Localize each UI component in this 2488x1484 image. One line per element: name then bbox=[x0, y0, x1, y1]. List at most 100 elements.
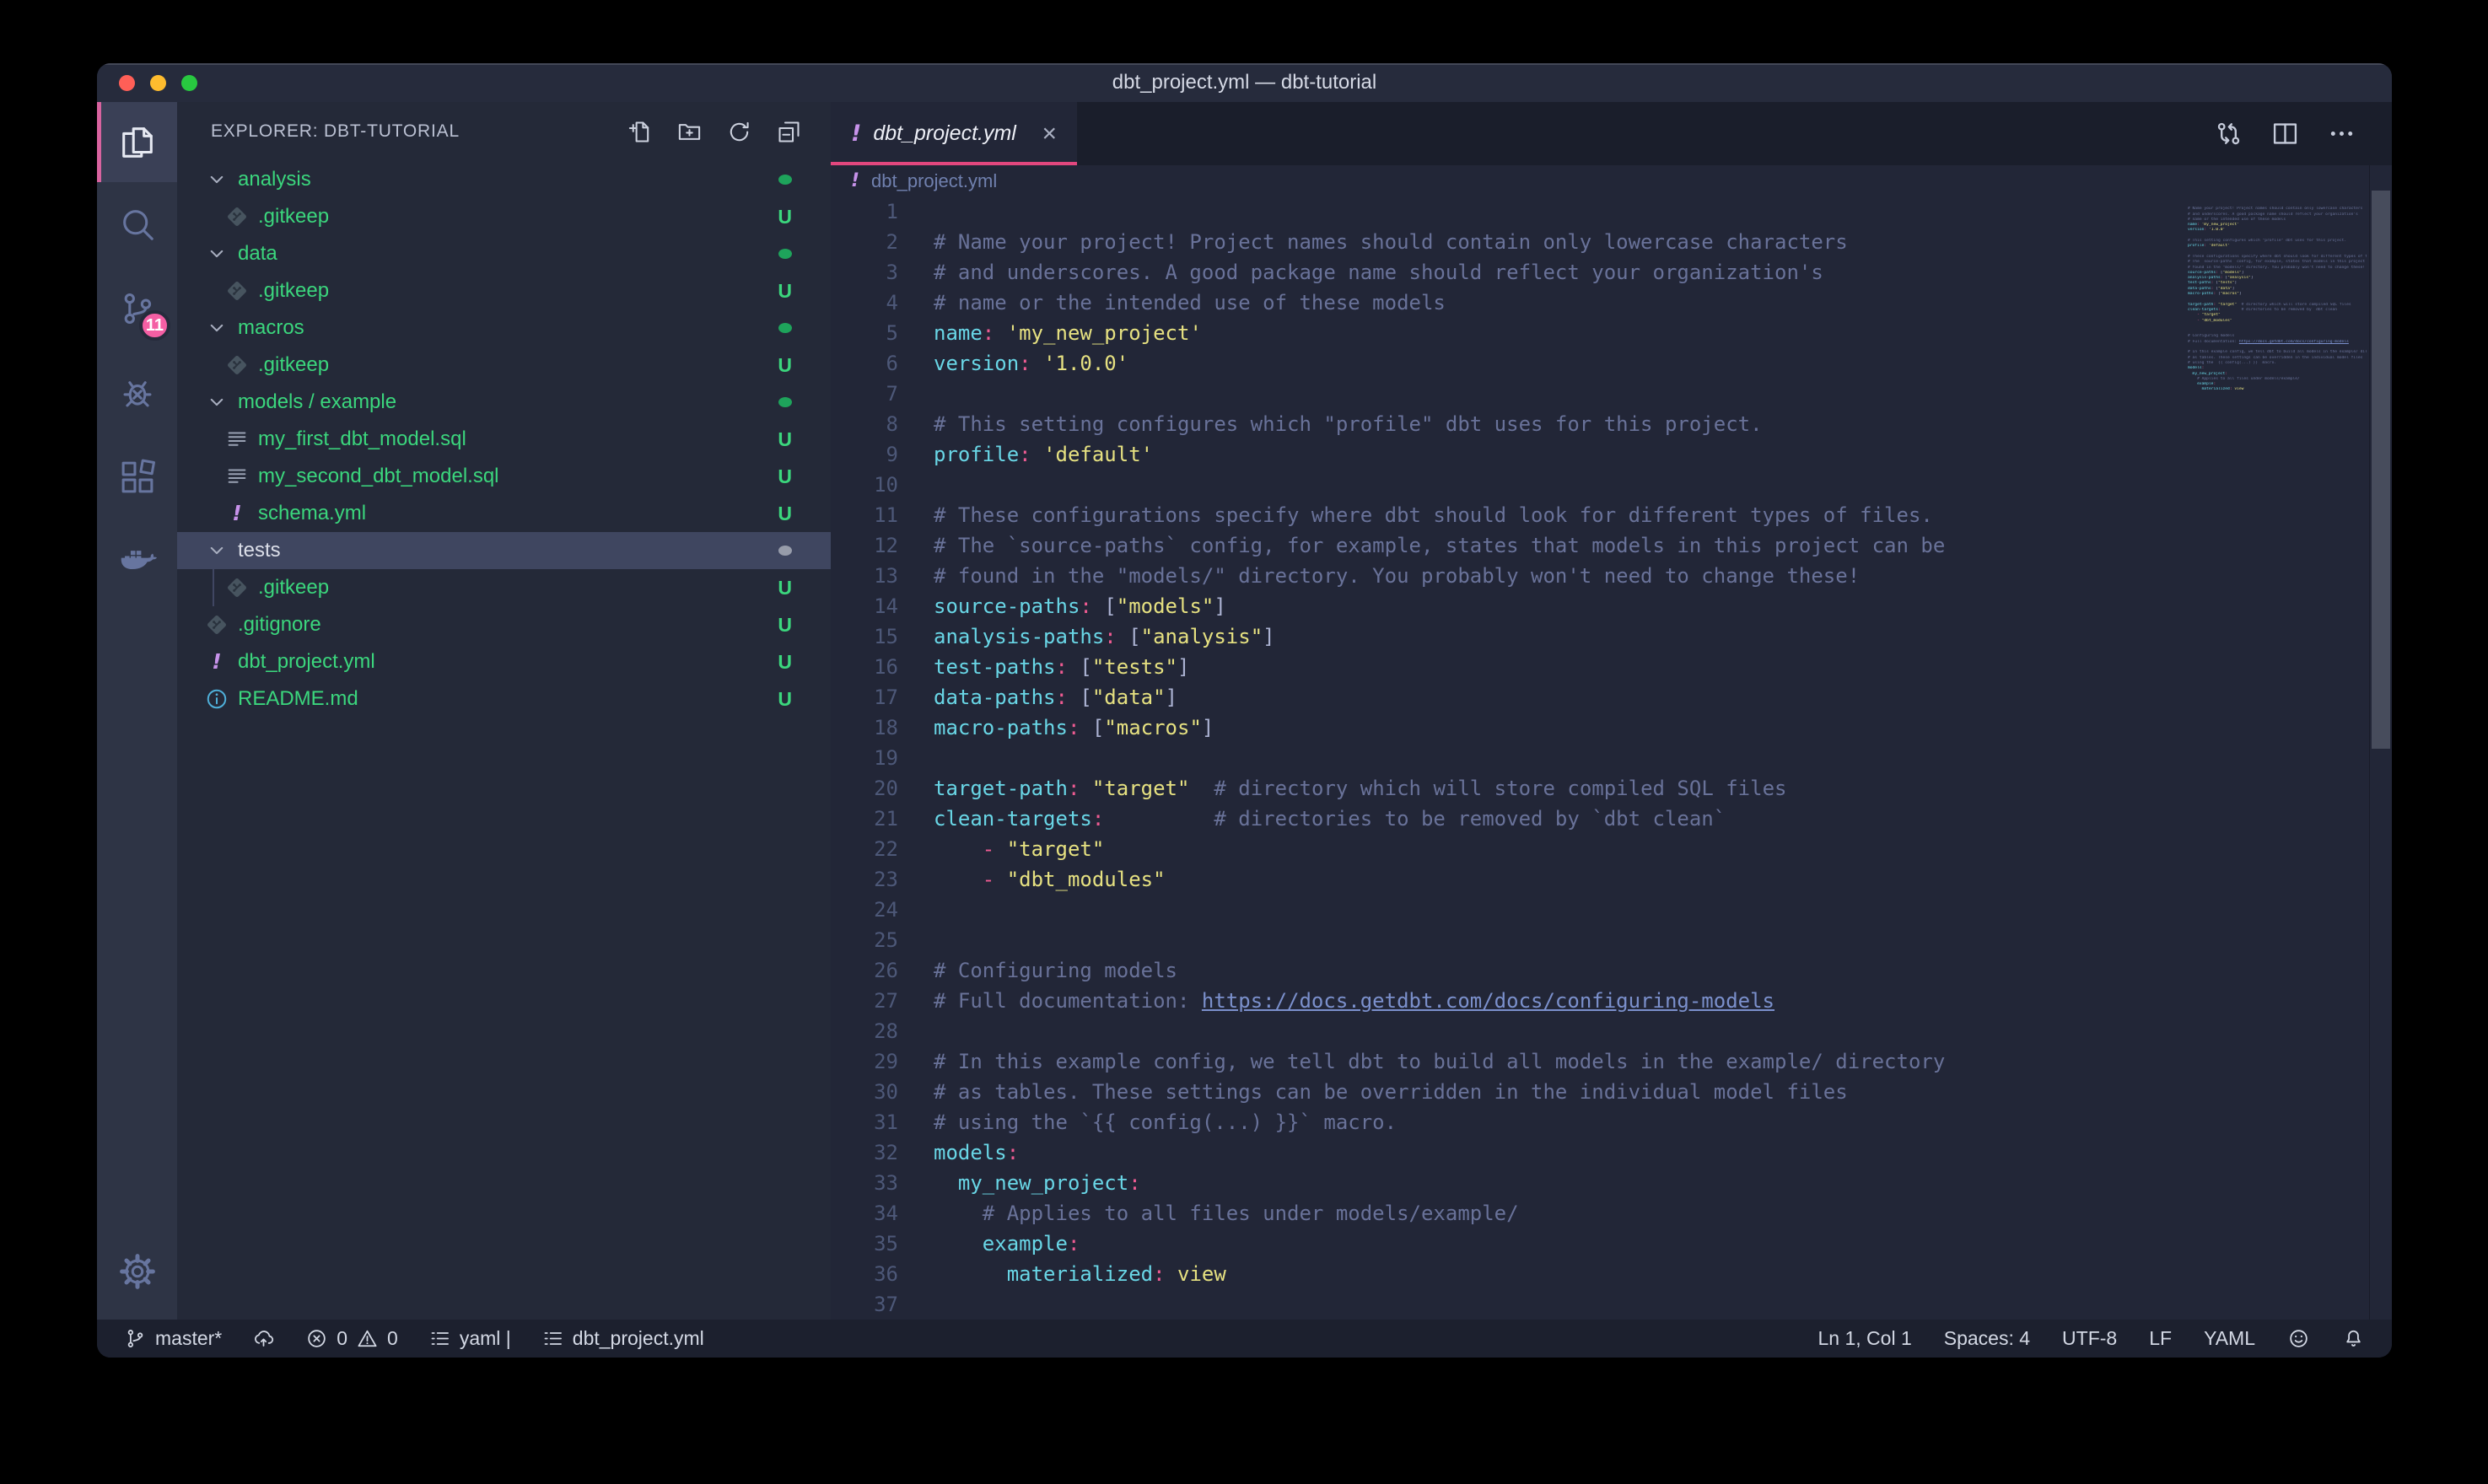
code-line[interactable]: 28 bbox=[831, 1016, 2392, 1046]
code-line[interactable]: 26# Configuring models bbox=[831, 955, 2392, 986]
line-content: example: bbox=[934, 1229, 1080, 1259]
tree-item--gitkeep[interactable]: .gitkeepU bbox=[177, 569, 831, 606]
code-line[interactable]: 24 bbox=[831, 895, 2392, 925]
tree-item-analysis[interactable]: analysis bbox=[177, 161, 831, 198]
line-number: 9 bbox=[831, 439, 898, 470]
refresh-explorer-button[interactable] bbox=[726, 119, 752, 145]
code-line[interactable]: 32models: bbox=[831, 1137, 2392, 1168]
tree-item-macros[interactable]: macros bbox=[177, 309, 831, 347]
code-line[interactable]: 23 - "dbt_modules" bbox=[831, 864, 2392, 895]
code-line[interactable]: 4# name or the intended use of these mod… bbox=[831, 288, 2392, 318]
close-window-button[interactable] bbox=[119, 75, 135, 91]
code-line[interactable]: 13# found in the "models/" directory. Yo… bbox=[831, 561, 2392, 591]
code-line[interactable]: 35 example: bbox=[831, 1229, 2392, 1259]
git-status-badge: U bbox=[778, 428, 792, 451]
new-folder-button[interactable] bbox=[676, 119, 703, 145]
status-item-language-mode[interactable]: YAML bbox=[2204, 1327, 2255, 1350]
code-line[interactable]: 36 materialized: view bbox=[831, 1259, 2392, 1289]
status-item-problems[interactable]: 00 bbox=[305, 1327, 398, 1350]
status-item-yaml-outline[interactable]: yaml | bbox=[428, 1327, 511, 1350]
status-item-git-branch[interactable]: master* bbox=[124, 1327, 222, 1350]
code-line[interactable]: 37 bbox=[831, 1289, 2392, 1320]
code-line[interactable]: 31# using the `{{ config(...) }}` macro. bbox=[831, 1107, 2392, 1137]
code-line[interactable]: 34 # Applies to all files under models/e… bbox=[831, 1198, 2392, 1229]
activity-item-search[interactable] bbox=[97, 182, 177, 266]
status-item-sync[interactable] bbox=[252, 1327, 275, 1350]
tree-item--gitkeep[interactable]: .gitkeepU bbox=[177, 198, 831, 235]
tree-item--gitkeep[interactable]: .gitkeepU bbox=[177, 272, 831, 309]
tree-item-models-example[interactable]: models / example bbox=[177, 384, 831, 421]
code-editor[interactable]: 12# Name your project! Project names sho… bbox=[831, 196, 2392, 1320]
status-item-file-outline[interactable]: dbt_project.yml bbox=[541, 1327, 704, 1350]
close-tab-icon[interactable]: × bbox=[1042, 121, 1057, 147]
warning-icon bbox=[356, 1327, 379, 1350]
scrollbar-thumb[interactable] bbox=[2372, 191, 2390, 749]
status-label: Ln 1, Col 1 bbox=[1818, 1327, 1912, 1350]
tree-item--gitignore[interactable]: .gitignoreU bbox=[177, 606, 831, 643]
tree-item-schema-yml[interactable]: !schema.ymlU bbox=[177, 495, 831, 532]
activity-item-settings[interactable] bbox=[97, 1231, 177, 1311]
new-file-button[interactable] bbox=[627, 119, 653, 145]
code-line[interactable]: 20target-path: "target" # directory whic… bbox=[831, 773, 2392, 804]
tree-item-my-first-dbt-model-sql[interactable]: my_first_dbt_model.sqlU bbox=[177, 421, 831, 458]
status-item-eol[interactable]: LF bbox=[2149, 1327, 2172, 1350]
code-line[interactable]: 16test-paths: ["tests"] bbox=[831, 652, 2392, 682]
code-line[interactable]: 7 bbox=[831, 379, 2392, 409]
tree-item-readme-md[interactable]: README.mdU bbox=[177, 680, 831, 718]
minimize-window-button[interactable] bbox=[150, 75, 166, 91]
code-line[interactable]: 27# Full documentation: https://docs.get… bbox=[831, 986, 2392, 1016]
zoom-window-button[interactable] bbox=[181, 75, 197, 91]
code-line[interactable]: 29# In this example config, we tell dbt … bbox=[831, 1046, 2392, 1077]
code-line[interactable]: 14source-paths: ["models"] bbox=[831, 591, 2392, 621]
tree-item--gitkeep[interactable]: .gitkeepU bbox=[177, 347, 831, 384]
code-line[interactable]: 1 bbox=[831, 196, 2392, 227]
status-item-feedback[interactable] bbox=[2287, 1327, 2310, 1350]
title-bar[interactable]: dbt_project.yml — dbt-tutorial bbox=[97, 63, 2392, 102]
line-content: # and underscores. A good package name s… bbox=[934, 257, 1823, 288]
code-line[interactable]: 25 bbox=[831, 925, 2392, 955]
breadcrumb-item-file[interactable]: dbt_project.yml bbox=[871, 170, 997, 192]
code-line[interactable]: 22 - "target" bbox=[831, 834, 2392, 864]
code-line[interactable]: 12# The `source-paths` config, for examp… bbox=[831, 530, 2392, 561]
code-line[interactable]: 9profile: 'default' bbox=[831, 439, 2392, 470]
status-item-encoding[interactable]: UTF-8 bbox=[2062, 1327, 2117, 1350]
activity-item-extensions[interactable] bbox=[97, 435, 177, 519]
tab-dbt-project-yml[interactable]: ! dbt_project.yml × bbox=[831, 102, 1077, 165]
code-line[interactable]: 6version: '1.0.0' bbox=[831, 348, 2392, 379]
code-token-lnk[interactable]: https://docs.getdbt.com/docs/configuring… bbox=[1202, 989, 1774, 1013]
activity-item-debug[interactable] bbox=[97, 351, 177, 435]
code-line[interactable]: 15analysis-paths: ["analysis"] bbox=[831, 621, 2392, 652]
code-line[interactable]: 2# Name your project! Project names shou… bbox=[831, 227, 2392, 257]
activity-item-docker[interactable] bbox=[97, 519, 177, 604]
activity-item-source-control[interactable]: 11 bbox=[97, 266, 177, 351]
tree-item-label: .gitignore bbox=[238, 613, 321, 637]
tree-item-dbt-project-yml[interactable]: !dbt_project.ymlU bbox=[177, 643, 831, 680]
more-actions-button[interactable] bbox=[2327, 119, 2356, 148]
tree-item-tests[interactable]: tests bbox=[177, 532, 831, 569]
status-item-notifications[interactable] bbox=[2342, 1327, 2365, 1350]
split-editor-button[interactable] bbox=[2270, 119, 2300, 148]
code-line[interactable]: 33 my_new_project: bbox=[831, 1168, 2392, 1198]
activity-item-explorer[interactable] bbox=[97, 102, 177, 182]
collapse-folders-button[interactable] bbox=[776, 119, 802, 145]
git-status-badge: U bbox=[778, 465, 792, 488]
code-line[interactable]: 30# as tables. These settings can be ove… bbox=[831, 1077, 2392, 1107]
breadcrumb[interactable]: ! dbt_project.yml bbox=[831, 165, 2392, 196]
tree-item-my-second-dbt-model-sql[interactable]: my_second_dbt_model.sqlU bbox=[177, 458, 831, 495]
code-line[interactable]: 5name: 'my_new_project' bbox=[831, 318, 2392, 348]
code-line[interactable]: 8# This setting configures which "profil… bbox=[831, 409, 2392, 439]
code-line[interactable]: 18macro-paths: ["macros"] bbox=[831, 712, 2392, 743]
line-content: # The `source-paths` config, for example… bbox=[934, 530, 1945, 561]
code-line[interactable]: 19 bbox=[831, 743, 2392, 773]
open-changes-button[interactable] bbox=[2214, 119, 2243, 148]
code-line[interactable]: 21clean-targets: # directories to be rem… bbox=[831, 804, 2392, 834]
status-item-indentation[interactable]: Spaces: 4 bbox=[1944, 1327, 2030, 1350]
code-line[interactable]: 10 bbox=[831, 470, 2392, 500]
status-item-cursor-position[interactable]: Ln 1, Col 1 bbox=[1818, 1327, 1912, 1350]
editor-scrollbar[interactable] bbox=[2369, 165, 2392, 1320]
code-line[interactable]: 3# and underscores. A good package name … bbox=[831, 257, 2392, 288]
code-line[interactable]: 11# These configurations specify where d… bbox=[831, 500, 2392, 530]
code-line[interactable]: 17data-paths: ["data"] bbox=[831, 682, 2392, 712]
tree-item-data[interactable]: data bbox=[177, 235, 831, 272]
line-number: 10 bbox=[831, 470, 898, 500]
